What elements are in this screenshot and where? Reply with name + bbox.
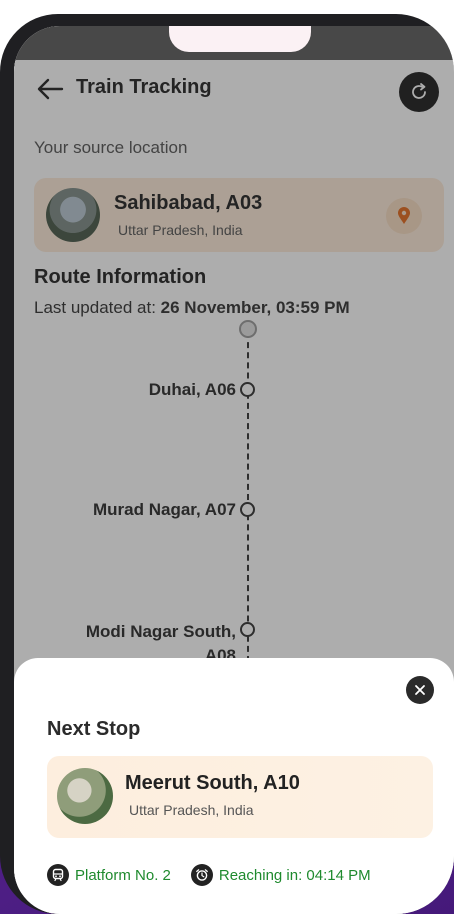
next-stop-sheet: Next Stop Meerut South, A10 Uttar Prades… <box>14 658 454 914</box>
next-stop-heading: Next Stop <box>47 718 141 740</box>
next-station-region: Uttar Pradesh, India <box>129 802 254 818</box>
camera-notch <box>169 26 311 52</box>
alarm-clock-icon <box>190 864 213 886</box>
next-stop-card[interactable]: Meerut South, A10 Uttar Pradesh, India <box>47 756 433 838</box>
close-icon <box>415 685 425 695</box>
train-icon <box>47 864 69 886</box>
platform-number: Platform No. 2 <box>75 866 171 884</box>
close-button[interactable] <box>406 676 434 704</box>
phone-frame: Train Tracking Your source location Sahi… <box>0 14 454 914</box>
reaching-time: Reaching in: 04:14 PM <box>218 866 371 884</box>
next-stop-info-row: Platform No. 2 Reaching in: 04:14 PM <box>47 862 391 888</box>
next-station-name: Meerut South, A10 <box>125 772 300 794</box>
phone-screen: Train Tracking Your source location Sahi… <box>14 26 454 914</box>
next-station-photo <box>57 768 113 824</box>
